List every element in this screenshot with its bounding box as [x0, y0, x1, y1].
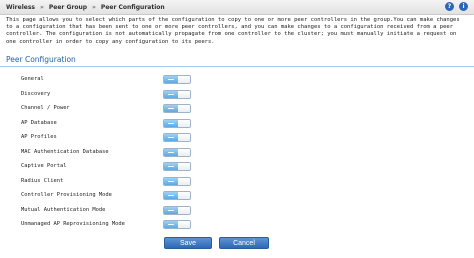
- config-label: Controller Provisioning Mode: [21, 192, 112, 198]
- info-icon[interactable]: i: [459, 2, 468, 11]
- ap-database-toggle[interactable]: [163, 119, 191, 128]
- page-description: This page allows you to select which par…: [6, 17, 460, 45]
- controller-provisioning-toggle[interactable]: [163, 191, 191, 200]
- cancel-button[interactable]: Cancel: [219, 237, 269, 249]
- general-toggle[interactable]: [163, 75, 191, 84]
- section-header: Peer Configuration: [0, 54, 474, 67]
- config-row-radius-client: Radius Client: [0, 176, 474, 188]
- config-row-unmanaged-ap: Unmanaged AP Reprovisioning Mode: [0, 219, 474, 231]
- config-row-channel-power: Channel / Power: [0, 103, 474, 115]
- config-label: Radius Client: [21, 178, 64, 184]
- breadcrumb-peer-group[interactable]: Peer Group: [49, 4, 87, 11]
- breadcrumb: Wireless » Peer Group » Peer Configurati…: [0, 4, 165, 11]
- channel-power-toggle[interactable]: [163, 104, 191, 113]
- mac-auth-db-toggle[interactable]: [163, 148, 191, 157]
- config-row-mutual-auth: Mutual Authentication Mode: [0, 205, 474, 217]
- config-label: Mutual Authentication Mode: [21, 207, 106, 213]
- header-icons: ? i: [445, 2, 468, 11]
- config-row-mac-auth-db: MAC Authentication Database: [0, 147, 474, 159]
- config-label: Unmanaged AP Reprovisioning Mode: [21, 221, 125, 227]
- config-label: General: [21, 76, 44, 82]
- discovery-toggle[interactable]: [163, 90, 191, 99]
- breadcrumb-separator: »: [92, 3, 96, 11]
- unmanaged-ap-toggle[interactable]: [163, 220, 191, 229]
- config-row-controller-provisioning: Controller Provisioning Mode: [0, 190, 474, 202]
- section-title: Peer Configuration: [6, 55, 76, 64]
- config-label: Captive Portal: [21, 163, 67, 169]
- config-row-captive-portal: Captive Portal: [0, 161, 474, 173]
- config-row-ap-database: AP Database: [0, 118, 474, 130]
- ap-profiles-toggle[interactable]: [163, 133, 191, 142]
- config-label: AP Database: [21, 120, 57, 126]
- save-button[interactable]: Save: [164, 237, 212, 249]
- radius-client-toggle[interactable]: [163, 177, 191, 186]
- breadcrumb-peer-configuration: Peer Configuration: [100, 3, 165, 11]
- config-row-discovery: Discovery: [0, 89, 474, 101]
- config-label: Discovery: [21, 91, 51, 97]
- mutual-auth-toggle[interactable]: [163, 206, 191, 215]
- config-label: Channel / Power: [21, 105, 70, 111]
- config-label: AP Profiles: [21, 134, 57, 140]
- help-icon[interactable]: ?: [445, 2, 454, 11]
- config-row-ap-profiles: AP Profiles: [0, 132, 474, 144]
- config-row-general: General: [0, 74, 474, 86]
- breadcrumb-wireless[interactable]: Wireless: [6, 4, 35, 11]
- captive-portal-toggle[interactable]: [163, 162, 191, 171]
- config-label: MAC Authentication Database: [21, 149, 109, 155]
- breadcrumb-bar: Wireless » Peer Group » Peer Configurati…: [0, 0, 474, 15]
- breadcrumb-separator: »: [39, 3, 44, 11]
